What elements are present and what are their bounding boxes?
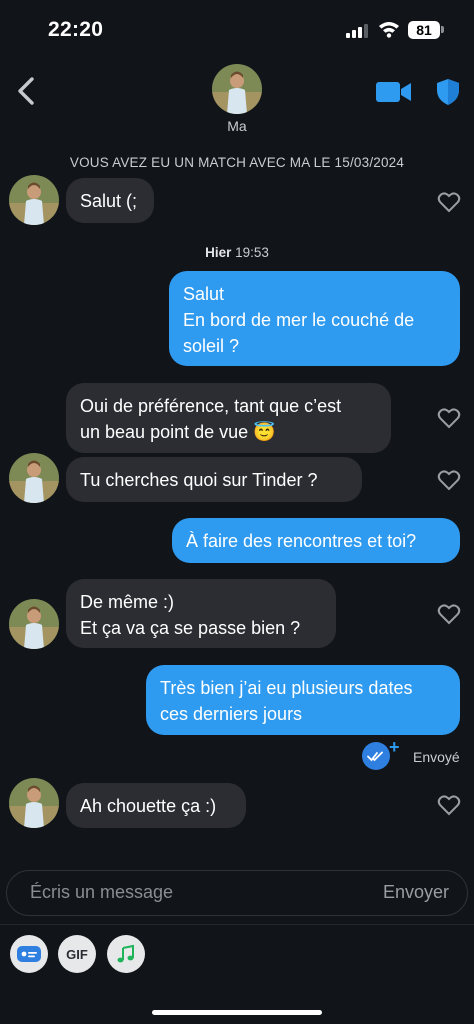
gif-label: GIF — [66, 946, 88, 962]
sender-avatar[interactable] — [9, 175, 59, 225]
send-button[interactable]: Envoyer — [383, 882, 449, 903]
divider — [0, 924, 474, 925]
message-bubble-incoming[interactable]: De même :) Et ça va ça se passe bien ? — [66, 579, 336, 648]
avatar-photo — [9, 175, 59, 225]
gif-button[interactable]: GIF — [58, 935, 96, 973]
wifi-icon — [379, 22, 399, 38]
sender-avatar[interactable] — [9, 599, 59, 649]
message-bubble-incoming[interactable]: Oui de préférence, tant que c’est un bea… — [66, 383, 391, 453]
battery-icon: 81 — [408, 21, 440, 39]
like-heart-icon[interactable] — [437, 469, 461, 491]
music-button[interactable] — [107, 935, 145, 973]
avatar-photo — [212, 64, 262, 114]
message-bubble-incoming[interactable]: Ah chouette ça :) — [66, 783, 246, 828]
contact-name[interactable]: Ma — [0, 118, 474, 134]
sent-status-label: Envoyé — [413, 749, 460, 765]
plus-icon[interactable]: + — [389, 737, 400, 758]
match-notice: VOUS AVEZ EU UN MATCH AVEC MA LE 15/03/2… — [69, 155, 405, 170]
avatar-photo — [9, 599, 59, 649]
message-bubble-incoming[interactable]: Salut (; — [66, 178, 154, 223]
timestamp-divider: Hier 19:53 — [0, 245, 474, 260]
message-bubble-outgoing[interactable]: Très bien j’ai eu plusieurs dates ces de… — [146, 665, 460, 735]
sender-avatar[interactable] — [9, 778, 59, 828]
like-heart-icon[interactable] — [437, 603, 461, 625]
read-check-icon — [362, 742, 390, 770]
home-indicator[interactable] — [152, 1010, 322, 1015]
contact-card-icon — [17, 946, 41, 962]
like-heart-icon[interactable] — [437, 407, 461, 429]
profile-card-button[interactable] — [10, 935, 48, 973]
cellular-signal-icon — [346, 24, 370, 38]
message-bubble-outgoing[interactable]: Salut En bord de mer le couché de soleil… — [169, 271, 460, 366]
avatar-photo — [9, 778, 59, 828]
message-bubble-incoming[interactable]: Tu cherches quoi sur Tinder ? — [66, 457, 362, 502]
status-time: 22:20 — [48, 18, 104, 41]
contact-avatar[interactable] — [212, 64, 262, 114]
back-chevron-icon[interactable] — [14, 76, 40, 106]
battery-tip — [441, 26, 444, 33]
avatar-photo — [9, 453, 59, 503]
timestamp-time: 19:53 — [235, 245, 269, 260]
video-call-icon[interactable] — [376, 80, 412, 104]
safety-shield-icon[interactable] — [436, 78, 460, 106]
sender-avatar[interactable] — [9, 453, 59, 503]
double-check-icon — [367, 751, 383, 762]
message-input[interactable] — [30, 882, 350, 903]
music-note-icon — [117, 944, 134, 963]
like-heart-icon[interactable] — [437, 191, 461, 213]
timestamp-day: Hier — [205, 245, 232, 260]
like-heart-icon[interactable] — [437, 794, 461, 816]
message-bubble-outgoing[interactable]: À faire des rencontres et toi? — [172, 518, 460, 563]
